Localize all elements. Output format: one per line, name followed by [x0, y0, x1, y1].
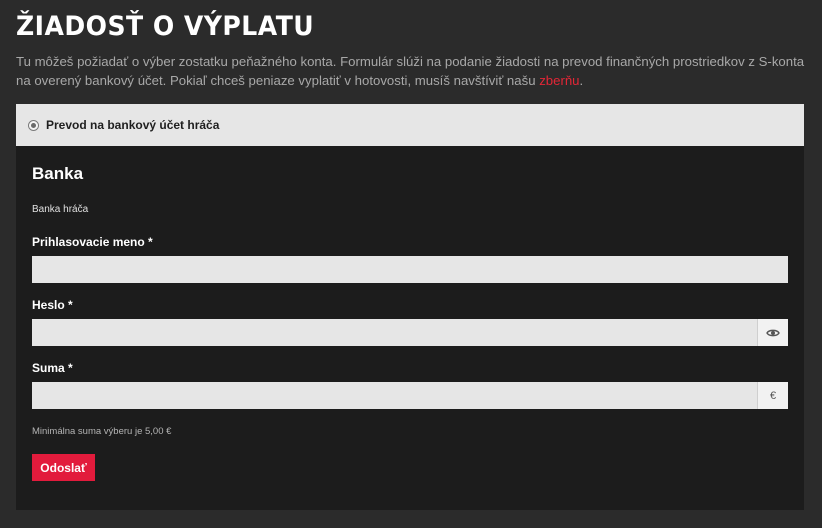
- page-title: ŽIADOSŤ O VÝPLATU: [16, 11, 315, 42]
- radio-selected-dot: [31, 122, 36, 128]
- username-input[interactable]: [32, 256, 788, 283]
- bank-sub-label: Banka hráča: [32, 204, 89, 215]
- intro-end: .: [579, 73, 584, 88]
- eye-icon: [766, 329, 780, 336]
- password-toggle-button[interactable]: [757, 319, 788, 346]
- submit-button[interactable]: Odoslať: [32, 454, 95, 481]
- currency-addon: €: [757, 382, 788, 409]
- radio-button[interactable]: [28, 119, 39, 131]
- payout-option-label: Prevod na bankový účet hráča: [46, 118, 220, 132]
- intro-text: Tu môžeš požiadať o výber zostatku peňaž…: [16, 52, 816, 90]
- amount-label: Suma *: [32, 361, 73, 375]
- amount-field-wrapper: €: [32, 382, 788, 409]
- payout-option-bank-transfer[interactable]: Prevod na bankový účet hráča: [16, 104, 804, 146]
- amount-input[interactable]: [32, 382, 757, 409]
- password-input[interactable]: [32, 319, 757, 346]
- bank-form-panel: Banka Banka hráča Prihlasovacie meno * H…: [16, 146, 804, 510]
- branch-link[interactable]: zberňu: [539, 73, 579, 88]
- username-label: Prihlasovacie meno *: [32, 235, 153, 249]
- minimum-amount-hint: Minimálna suma výberu je 5,00 €: [32, 426, 172, 437]
- section-title: Banka: [32, 164, 84, 183]
- intro-body: Tu môžeš požiadať o výber zostatku peňaž…: [16, 54, 805, 88]
- password-field-wrapper: [32, 319, 788, 346]
- password-label: Heslo *: [32, 298, 73, 312]
- username-field-wrapper: [32, 256, 788, 283]
